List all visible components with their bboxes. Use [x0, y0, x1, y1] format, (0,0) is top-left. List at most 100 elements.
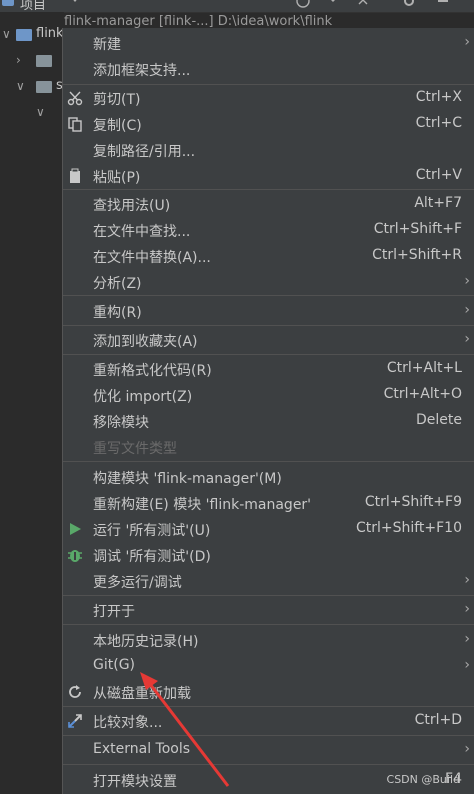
menu-item-label: 构建模块 'flink-manager'(M): [93, 471, 282, 487]
project-tree: ∨ flink › ∨ s ∨: [0, 12, 64, 794]
menu-item-replace-in-files[interactable]: 在文件中替换(A)... Ctrl+Shift+R: [63, 243, 474, 269]
folder-icon: [36, 81, 52, 93]
menu-item-label: 复制(C): [93, 118, 142, 134]
menu-item-label: 比较对象...: [93, 715, 163, 731]
menu-item-remove-module[interactable]: 移除模块 Delete: [63, 408, 474, 434]
submenu-arrow-icon: ›: [464, 34, 470, 50]
menu-item-label: 重新格式化代码(R): [93, 363, 212, 379]
menu-item-label: 移除模块: [93, 415, 149, 431]
menu-item-add-framework[interactable]: 添加框架支持...: [63, 56, 474, 82]
menu-item-analyze[interactable]: 分析(Z) ›: [63, 269, 474, 295]
menu-item-reload-from-disk[interactable]: 从磁盘重新加载: [63, 679, 474, 705]
tree-node-root[interactable]: ∨ flink: [0, 24, 64, 46]
menu-item-label: 从磁盘重新加载: [93, 686, 191, 702]
menu-item-cut[interactable]: 剪切(T) Ctrl+X: [63, 85, 474, 111]
menu-item-label: Git(G): [93, 657, 135, 673]
chevron-down-icon[interactable]: ∨: [2, 27, 11, 41]
menu-item-shortcut: Ctrl+Shift+R: [372, 247, 462, 263]
menu-separator: [63, 624, 474, 625]
menu-item-label: 重构(R): [93, 305, 142, 321]
reload-icon: [67, 684, 83, 700]
menu-item-copy-path[interactable]: 复制路径/引用...: [63, 137, 474, 163]
menu-separator: [63, 764, 474, 765]
menu-item-shortcut: Ctrl+C: [415, 115, 462, 131]
menu-item-shortcut: Ctrl+X: [415, 89, 462, 105]
menu-item-label: 粘贴(P): [93, 170, 141, 186]
tree-node[interactable]: ∨: [0, 102, 64, 124]
menu-separator: [63, 595, 474, 596]
menu-item-override-filetype: 重写文件类型: [63, 434, 474, 460]
menu-item-label: 打开于: [93, 604, 135, 620]
menu-item-run-tests[interactable]: 运行 '所有测试'(U) Ctrl+Shift+F10: [63, 516, 474, 542]
menu-item-shortcut: Ctrl+Alt+L: [386, 360, 462, 376]
menu-item-shortcut: Ctrl+Alt+O: [383, 386, 462, 402]
module-folder-icon: [16, 29, 32, 41]
tree-node[interactable]: ∨ s: [0, 76, 64, 98]
menu-item-local-history[interactable]: 本地历史记录(H) ›: [63, 627, 474, 653]
menu-item-optimize-imports[interactable]: 优化 import(Z) Ctrl+Alt+O: [63, 382, 474, 408]
menu-item-label: 更多运行/调试: [93, 575, 182, 591]
menu-item-label: 调试 '所有测试'(D): [93, 549, 211, 565]
submenu-arrow-icon: ›: [464, 601, 470, 617]
submenu-arrow-icon: ›: [464, 631, 470, 647]
menu-item-more-run[interactable]: 更多运行/调试 ›: [63, 568, 474, 594]
menu-item-build-module[interactable]: 构建模块 'flink-manager'(M): [63, 464, 474, 490]
menu-separator: [63, 189, 474, 190]
menu-separator: [63, 325, 474, 326]
chevron-down-icon[interactable]: ∨: [16, 79, 25, 93]
menu-item-label: 在文件中查找...: [93, 224, 191, 240]
scissors-icon: [67, 90, 83, 106]
chevron-down-icon[interactable]: ∨: [36, 105, 45, 119]
run-icon: [67, 521, 83, 537]
menu-item-git[interactable]: Git(G) ›: [63, 653, 474, 679]
expand-icon[interactable]: [326, 0, 340, 8]
menu-item-shortcut: Ctrl+Shift+F10: [355, 520, 462, 536]
csdn-watermark: CSDN @Build: [386, 773, 460, 786]
menu-item-shortcut: Ctrl+Shift+F: [373, 221, 462, 237]
submenu-arrow-icon: ›: [464, 572, 470, 588]
menu-item-label: 在文件中替换(A)...: [93, 250, 211, 266]
menu-item-rebuild-module[interactable]: 重新构建(E) 模块 'flink-manager' Ctrl+Shift+F9: [63, 490, 474, 516]
menu-item-label: External Tools: [93, 741, 191, 757]
menu-item-reformat-code[interactable]: 重新格式化代码(R) Ctrl+Alt+L: [63, 356, 474, 382]
menu-item-paste[interactable]: 粘贴(P) Ctrl+V: [63, 163, 474, 189]
menu-item-label: 查找用法(U): [93, 198, 171, 214]
menu-item-open-in[interactable]: 打开于 ›: [63, 597, 474, 623]
menu-item-copy[interactable]: 复制(C) Ctrl+C: [63, 111, 474, 137]
menu-item-add-favorites[interactable]: 添加到收藏夹(A) ›: [63, 327, 474, 353]
gear-icon[interactable]: [402, 0, 416, 8]
submenu-arrow-icon: ›: [464, 741, 470, 757]
tree-node[interactable]: ›: [0, 50, 64, 72]
collapse-icon[interactable]: [356, 0, 370, 8]
menu-item-find-in-files[interactable]: 在文件中查找... Ctrl+Shift+F: [63, 217, 474, 243]
menu-item-debug-tests[interactable]: 调试 '所有测试'(D): [63, 542, 474, 568]
menu-item-label: 打开模块设置: [93, 774, 177, 790]
menu-item-shortcut: Ctrl+Shift+F9: [364, 494, 462, 510]
submenu-arrow-icon: ›: [464, 331, 470, 347]
dropdown-chevron-icon[interactable]: [70, 0, 80, 2]
debug-icon: [67, 547, 83, 563]
globe-icon[interactable]: [296, 0, 310, 8]
chevron-right-icon[interactable]: ›: [16, 53, 21, 67]
menu-item-label: 优化 import(Z): [93, 389, 193, 405]
menu-item-shortcut: Alt+F7: [414, 195, 462, 211]
project-icon: [2, 0, 14, 6]
menu-item-shortcut: Ctrl+V: [415, 167, 462, 183]
menu-item-compare-with[interactable]: 比较对象... Ctrl+D: [63, 708, 474, 734]
menu-item-refactor[interactable]: 重构(R) ›: [63, 298, 474, 324]
menu-item-label: 运行 '所有测试'(U): [93, 523, 211, 539]
menu-separator: [63, 706, 474, 707]
submenu-arrow-icon: ›: [464, 302, 470, 318]
project-toolbar: 项目: [0, 0, 474, 13]
menu-item-label: 新建: [93, 37, 121, 53]
menu-item-label: 分析(Z): [93, 276, 142, 292]
menu-item-label: 本地历史记录(H): [93, 634, 199, 650]
copy-icon: [67, 116, 83, 132]
paste-icon: [67, 168, 83, 184]
minimize-icon[interactable]: [436, 0, 450, 8]
menu-item-label: 重写文件类型: [93, 441, 177, 457]
menu-item-new[interactable]: 新建 ›: [63, 30, 474, 56]
menu-item-find-usages[interactable]: 查找用法(U) Alt+F7: [63, 191, 474, 217]
menu-item-external-tools[interactable]: External Tools ›: [63, 737, 474, 763]
menu-separator: [63, 461, 474, 462]
